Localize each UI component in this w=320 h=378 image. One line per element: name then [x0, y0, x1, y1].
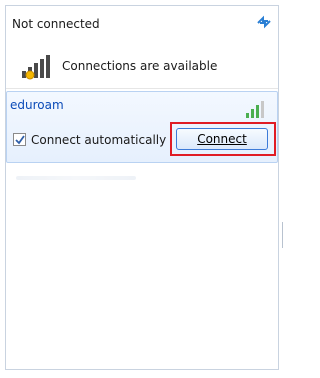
scrollbar-track[interactable] — [280, 5, 286, 370]
connect-button-label: Connect — [197, 132, 247, 146]
wireless-networks-panel: Not connected Connections are available … — [0, 0, 286, 378]
faded-network-placeholder — [16, 176, 136, 180]
connections-available-text: Connections are available — [62, 59, 218, 73]
refresh-icon[interactable] — [255, 14, 273, 30]
connect-automatically-checkbox[interactable] — [13, 133, 26, 146]
connect-automatically-label[interactable]: Connect automatically — [31, 133, 166, 147]
network-name: eduroam — [10, 98, 64, 112]
wireless-signal-icon — [20, 52, 58, 80]
signal-strength-icon — [244, 97, 268, 119]
divider — [6, 88, 278, 89]
connect-button[interactable]: Connect — [176, 128, 268, 150]
scrollbar-thumb[interactable] — [282, 222, 287, 248]
connection-status-title: Not connected — [12, 17, 100, 31]
